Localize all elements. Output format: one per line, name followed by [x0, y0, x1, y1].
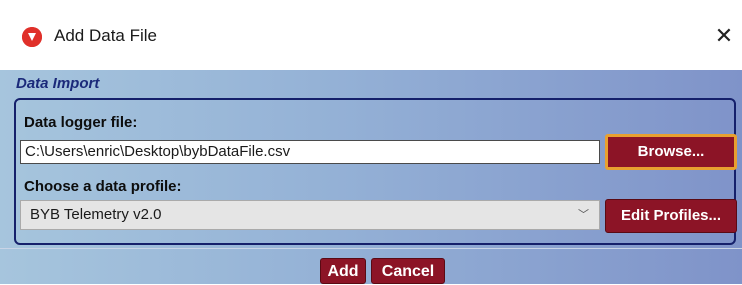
footer-divider [0, 248, 742, 249]
app-logo-icon [22, 27, 42, 47]
profile-selected-value: BYB Telemetry v2.0 [30, 206, 162, 223]
logger-file-label: Data logger file: [24, 114, 138, 131]
chevron-down-icon: ﹀ [578, 209, 589, 221]
edit-profiles-button[interactable]: Edit Profiles... [605, 199, 737, 233]
logger-file-input[interactable]: C:\Users\enric\Desktop\bybDataFile.csv [20, 140, 600, 164]
profile-label: Choose a data profile: [24, 178, 182, 195]
section-title: Data Import [16, 75, 100, 92]
cancel-button[interactable]: Cancel [371, 258, 445, 284]
dialog-body: Data Import Data logger file: C:\Users\e… [0, 70, 742, 284]
close-icon[interactable]: ✕ [712, 22, 736, 50]
title-bar: Add Data File ✕ [0, 0, 742, 70]
profile-dropdown[interactable]: BYB Telemetry v2.0 ﹀ [20, 200, 600, 230]
add-button[interactable]: Add [320, 258, 366, 284]
browse-button[interactable]: Browse... [605, 134, 737, 170]
window-title: Add Data File [54, 26, 157, 45]
